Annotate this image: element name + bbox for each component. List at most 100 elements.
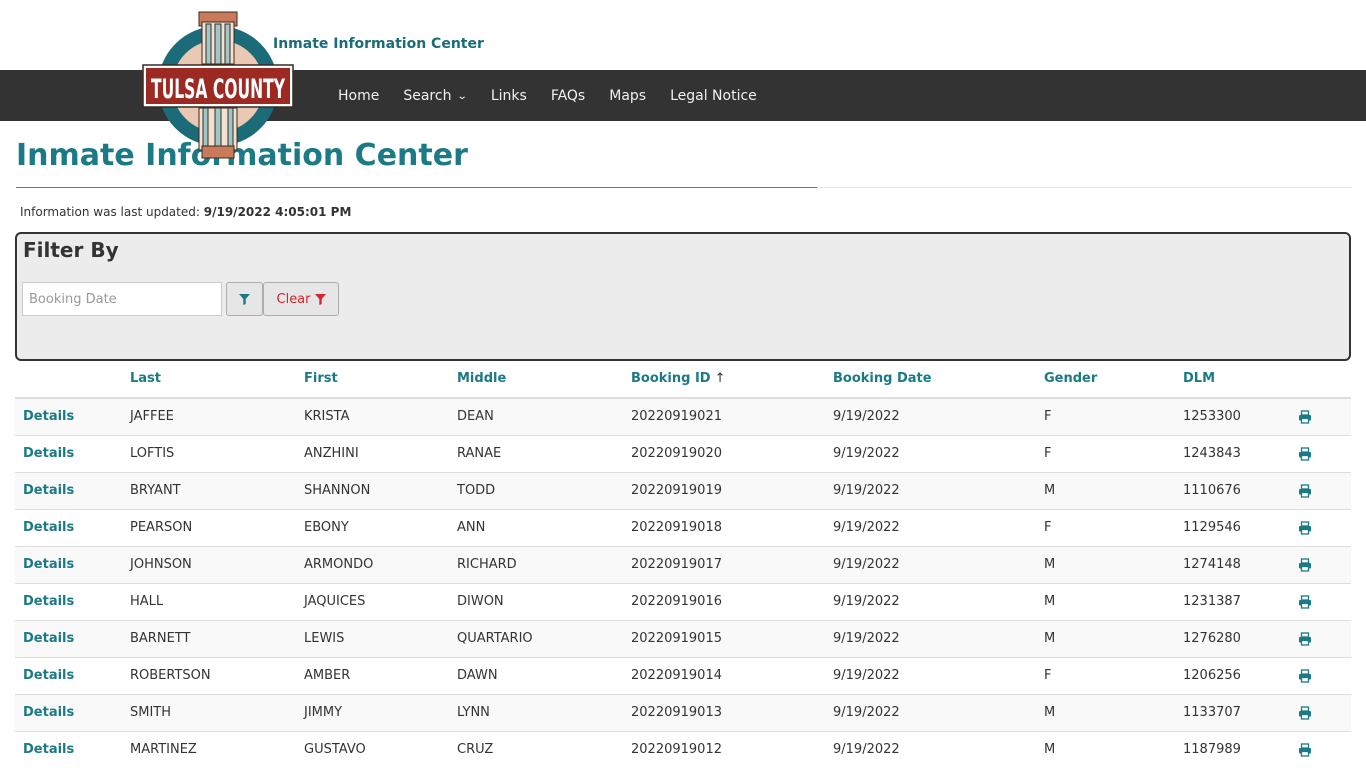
nav-maps[interactable]: Maps [597, 88, 658, 104]
table-header-row: Last First Middle Booking ID ↑ Booking Da… [15, 360, 1351, 399]
print-icon [1299, 483, 1311, 498]
filter-panel: Filter By Clear [15, 232, 1351, 361]
nav-home-label: Home [338, 87, 380, 104]
booking-date-cell: 9/19/2022 [825, 508, 1036, 546]
col-booking-id-header[interactable]: Booking ID ↑ [623, 360, 825, 399]
nav-legal-notice[interactable]: Legal Notice [658, 88, 769, 104]
details-link[interactable]: Details [23, 705, 74, 720]
gender-cell: M [1036, 545, 1175, 583]
dlm-cell: 1243843 [1175, 434, 1290, 472]
booking-date-cell: 9/19/2022 [825, 545, 1036, 583]
last-name-cell: BARNETT [122, 619, 296, 657]
print-cell[interactable] [1290, 693, 1351, 731]
middle-name-cell: RICHARD [449, 545, 623, 583]
col-gender-header[interactable]: Gender [1036, 360, 1175, 399]
last-updated: Information was last updated: 9/19/2022 … [20, 205, 351, 219]
booking-date-cell: 9/19/2022 [825, 397, 1036, 435]
gender-cell: M [1036, 693, 1175, 731]
booking-id-cell: 20220919021 [623, 397, 825, 435]
details-link[interactable]: Details [23, 557, 74, 572]
col-booking-date-header[interactable]: Booking Date [825, 360, 1036, 399]
gender-cell: M [1036, 730, 1175, 768]
table-row: Details JOHNSON ARMONDO RICHARD 20220919017 9… [15, 545, 1351, 583]
col-first-header[interactable]: First [296, 360, 449, 399]
filter-icon [314, 293, 326, 305]
print-icon [1299, 631, 1311, 646]
details-link[interactable]: Details [23, 594, 74, 609]
nav-faqs[interactable]: FAQs [539, 88, 597, 104]
first-name-cell: JAQUICES [296, 582, 449, 620]
details-link[interactable]: Details [23, 631, 74, 646]
last-name-cell: JOHNSON [122, 545, 296, 583]
col-last-header[interactable]: Last [122, 360, 296, 399]
details-link[interactable]: Details [23, 409, 74, 424]
clear-filter-button[interactable]: Clear [263, 282, 339, 316]
dlm-cell: 1231387 [1175, 582, 1290, 620]
booking-id-cell: 20220919012 [623, 730, 825, 768]
gender-cell: M [1036, 471, 1175, 509]
tulsa-county-logo[interactable]: TULSA COUNTY [142, 10, 294, 162]
details-link[interactable]: Details [23, 668, 74, 683]
details-cell: Details [15, 619, 122, 657]
dlm-cell: 1276280 [1175, 619, 1290, 657]
middle-name-cell: TODD [449, 471, 623, 509]
clear-filter-label: Clear [276, 291, 311, 307]
nav-faqs-label: FAQs [550, 87, 586, 104]
apply-filter-button[interactable] [226, 282, 263, 316]
dlm-cell: 1274148 [1175, 545, 1290, 583]
print-icon [1299, 705, 1311, 720]
print-cell[interactable] [1290, 545, 1351, 583]
gender-cell: F [1036, 656, 1175, 694]
nav-links[interactable]: Links [479, 88, 539, 104]
first-name-cell: ANZHINI [296, 434, 449, 472]
details-link[interactable]: Details [23, 446, 74, 461]
details-cell: Details [15, 730, 122, 768]
col-actions-header [15, 360, 122, 399]
first-name-cell: JIMMY [296, 693, 449, 731]
print-icon [1299, 557, 1311, 572]
print-cell[interactable] [1290, 508, 1351, 546]
middle-name-cell: DEAN [449, 397, 623, 435]
last-name-cell: JAFFEE [122, 397, 296, 435]
print-icon [1299, 410, 1311, 424]
nav-maps-label: Maps [609, 87, 647, 104]
table-row: Details LOFTIS ANZHINI RANAE 20220919020 9/19… [15, 434, 1351, 472]
details-link[interactable]: Details [23, 483, 74, 498]
print-cell[interactable] [1290, 730, 1351, 768]
nav-search[interactable]: Search ⌄ [391, 88, 479, 104]
print-icon [1299, 520, 1311, 535]
site-title[interactable]: Inmate Information Center [273, 36, 484, 52]
dlm-cell: 1253300 [1175, 397, 1290, 435]
print-cell[interactable] [1290, 582, 1351, 620]
table-row: Details SMITH JIMMY LYNN 20220919013 9/19/202… [15, 693, 1351, 731]
booking-date-cell: 9/19/2022 [825, 434, 1036, 472]
nav-search-label: Search [403, 87, 452, 104]
table-row: Details BARNETT LEWIS QUARTARIO 20220919015 9… [15, 619, 1351, 657]
gender-cell: F [1036, 434, 1175, 472]
details-link[interactable]: Details [23, 742, 74, 757]
col-dlm-header[interactable]: DLM [1175, 360, 1290, 399]
middle-name-cell: QUARTARIO [449, 619, 623, 657]
col-middle-header[interactable]: Middle [449, 360, 623, 399]
booking-date-input[interactable] [22, 282, 222, 316]
nav-links-label: Links [490, 87, 527, 104]
nav-home[interactable]: Home [326, 88, 391, 104]
details-cell: Details [15, 471, 122, 509]
print-cell[interactable] [1290, 397, 1351, 435]
print-cell[interactable] [1290, 619, 1351, 657]
details-link[interactable]: Details [23, 520, 74, 535]
print-cell[interactable] [1290, 434, 1351, 472]
print-cell[interactable] [1290, 471, 1351, 509]
print-icon [1299, 446, 1311, 461]
dlm-cell: 1110676 [1175, 471, 1290, 509]
first-name-cell: GUSTAVO [296, 730, 449, 768]
print-cell[interactable] [1290, 656, 1351, 694]
booking-date-cell: 9/19/2022 [825, 693, 1036, 731]
last-updated-label: Information was last updated: [20, 205, 200, 219]
details-cell: Details [15, 693, 122, 731]
middle-name-cell: ANN [449, 508, 623, 546]
title-divider [16, 187, 817, 188]
booking-date-cell: 9/19/2022 [825, 619, 1036, 657]
svg-text:TULSA COUNTY: TULSA COUNTY [151, 74, 285, 105]
nav-menu: Home Search ⌄ Links FAQs Maps Legal Notic… [326, 70, 769, 121]
